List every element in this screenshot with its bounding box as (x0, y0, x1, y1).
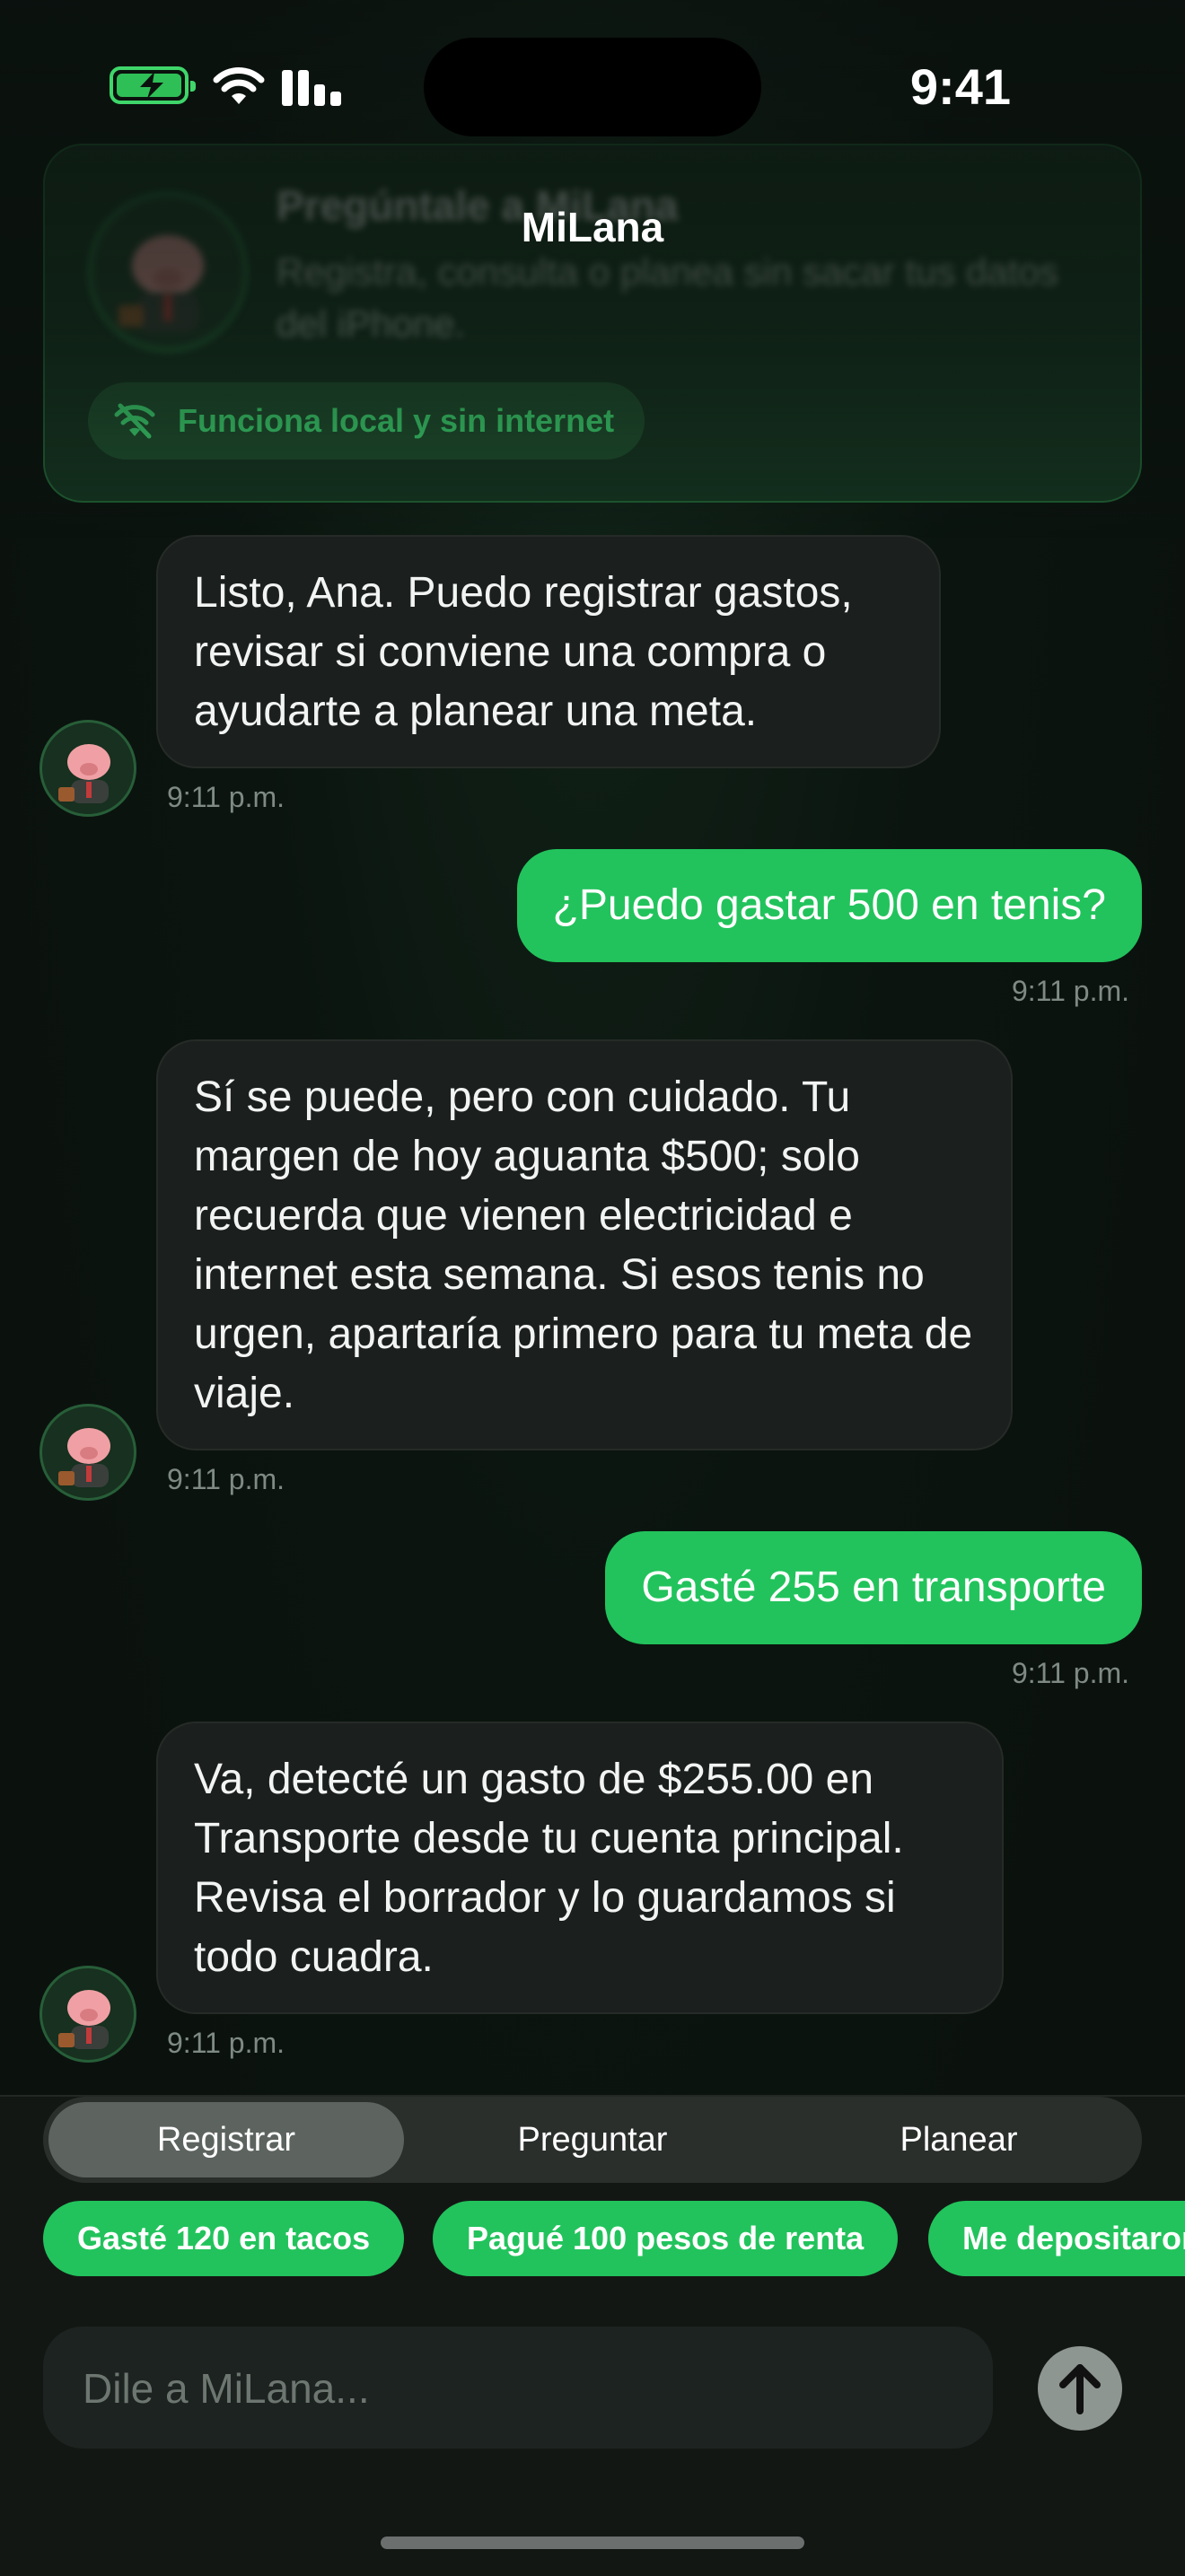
message-text: Gasté 255 en transporte (641, 1564, 1106, 1611)
message-time: 9:11 p.m. (1011, 1657, 1129, 1689)
status-bar: 9:41 (0, 0, 1185, 144)
assistant-avatar (40, 1404, 136, 1501)
arrow-up-icon (1059, 2364, 1101, 2414)
assistant-message: Listo, Ana. Puedo registrar gastos, revi… (156, 535, 941, 768)
status-time: 9:41 (909, 58, 1011, 115)
tab-planear[interactable]: Planear (781, 2102, 1137, 2177)
message-text: ¿Puedo gastar 500 en tenis? (552, 881, 1106, 929)
suggestion-chip[interactable]: Gasté 120 en tacos (43, 2201, 405, 2276)
suggestion-chip[interactable]: Pagué 100 pesos de renta (433, 2201, 899, 2276)
user-message: ¿Puedo gastar 500 en tenis? (516, 849, 1142, 962)
assistant-intro-card: Pregúntale a MiLana Registra, consulta o… (43, 144, 1142, 503)
message-text: Listo, Ana. Puedo registrar gastos, revi… (194, 569, 853, 735)
offline-badge-label: Funciona local y sin internet (178, 402, 615, 439)
home-indicator (381, 2537, 804, 2549)
page-title: MiLana (521, 204, 664, 250)
intro-subtitle: Registra, consulta o planea sin sacar tu… (276, 250, 1058, 345)
tab-preguntar[interactable]: Preguntar (415, 2102, 770, 2177)
send-button[interactable] (1038, 2346, 1122, 2431)
dynamic-island (424, 38, 761, 136)
assistant-message: Va, detecté un gasto de $255.00 en Trans… (156, 1722, 1004, 2014)
message-text: Sí se puede, pero con cuidado. Tu margen… (194, 1073, 973, 1417)
tab-registrar[interactable]: Registrar (48, 2102, 404, 2177)
wifi-icon (213, 67, 265, 104)
cellular-signal-icon (282, 66, 347, 106)
offline-badge: Funciona local y sin internet (88, 382, 645, 460)
battery-charging-icon (110, 66, 196, 104)
user-message: Gasté 255 en transporte (605, 1531, 1142, 1644)
message-time: 9:11 p.m. (167, 1463, 285, 1495)
assistant-avatar (40, 1966, 136, 2063)
suggestion-chip[interactable]: Me depositaron (928, 2201, 1185, 2276)
message-input-container (43, 2326, 993, 2450)
message-time: 9:11 p.m. (1011, 975, 1129, 1007)
message-time: 9:11 p.m. (167, 781, 285, 813)
message-input[interactable] (81, 2326, 946, 2450)
message-time: 9:11 p.m. (167, 2027, 285, 2059)
mode-segmented-control: Registrar Preguntar Planear (43, 2097, 1142, 2183)
assistant-avatar (40, 720, 136, 817)
assistant-message: Sí se puede, pero con cuidado. Tu margen… (156, 1039, 1013, 1450)
wifi-off-icon (114, 403, 155, 439)
message-text: Va, detecté un gasto de $255.00 en Trans… (194, 1756, 904, 1981)
